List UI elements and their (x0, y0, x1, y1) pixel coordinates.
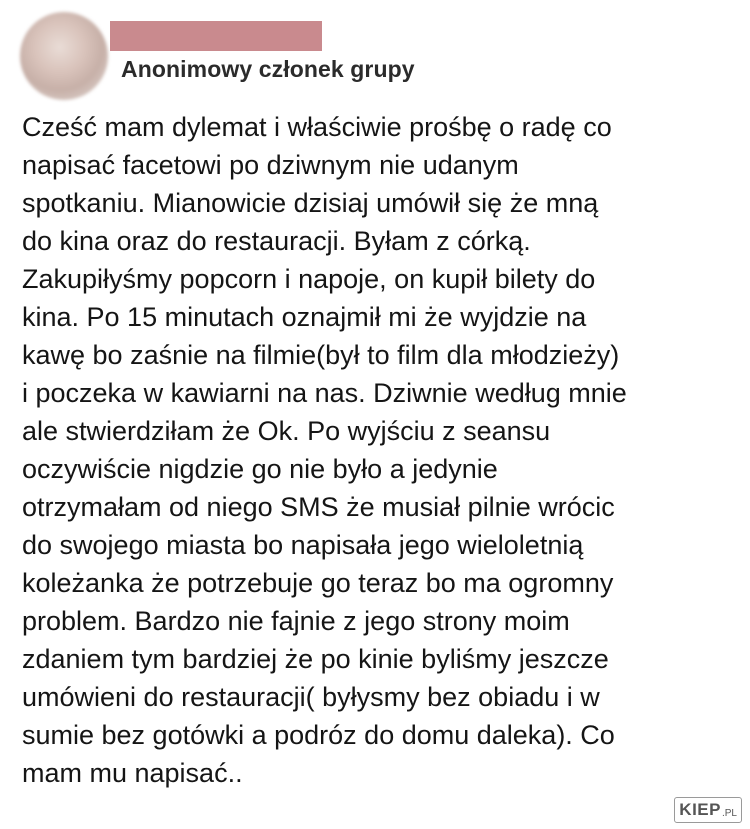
post-text-line: do kina oraz do restauracji. Byłam z cór… (22, 226, 531, 256)
post-text-line: problem. Bardzo nie fajnie z jego strony… (22, 606, 570, 636)
post-body: Cześć mam dylemat i właściwie prośbę o r… (22, 108, 744, 792)
post-text-line: napisać facetowi po dziwnym nie udanym (22, 150, 519, 180)
name-redaction-bar (110, 21, 322, 51)
post-text-line: do swojego miasta bo napisała jego wielo… (22, 530, 584, 560)
post-text-line: zdaniem tym bardziej że po kinie byliśmy… (22, 644, 609, 674)
post-text-line: umówieni do restauracji( byłysmy bez obi… (22, 682, 600, 712)
post-text-line: oczywiście nigdzie go nie było a jedynie (22, 454, 498, 484)
watermark-text: KIEP (679, 800, 721, 819)
watermark-logo: KIEP .PL (674, 797, 742, 823)
post-text-line: Cześć mam dylemat i właściwie prośbę o r… (22, 112, 612, 142)
post-text-line: koleżanka że potrzebuje go teraz bo ma o… (22, 568, 614, 598)
post-text-line: Zakupiłyśmy popcorn i napoje, on kupił b… (22, 264, 596, 294)
post-text-line: sumie bez gotówki a podróz do domu dalek… (22, 720, 615, 750)
post-text-line: ale stwierdziłam że Ok. Po wyjściu z sea… (22, 416, 551, 446)
author-name[interactable]: Anonimowy członek grupy (121, 56, 415, 83)
post-text-line: kina. Po 15 minutach oznajmił mi że wyjd… (22, 302, 587, 332)
watermark-suffix: .PL (721, 807, 737, 819)
post-text-line: mam mu napisać.. (22, 758, 243, 788)
post-text-line: i poczeka w kawiarni na nas. Dziwnie wed… (22, 378, 627, 408)
post-text-line: kawę bo zaśnie na filmie(był to film dla… (22, 340, 620, 370)
avatar[interactable] (20, 12, 108, 100)
post-text-line: otrzymałam od niego SMS że musiał pilnie… (22, 492, 615, 522)
post-text-line: spotkaniu. Mianowicie dzisiaj umówił się… (22, 188, 599, 218)
